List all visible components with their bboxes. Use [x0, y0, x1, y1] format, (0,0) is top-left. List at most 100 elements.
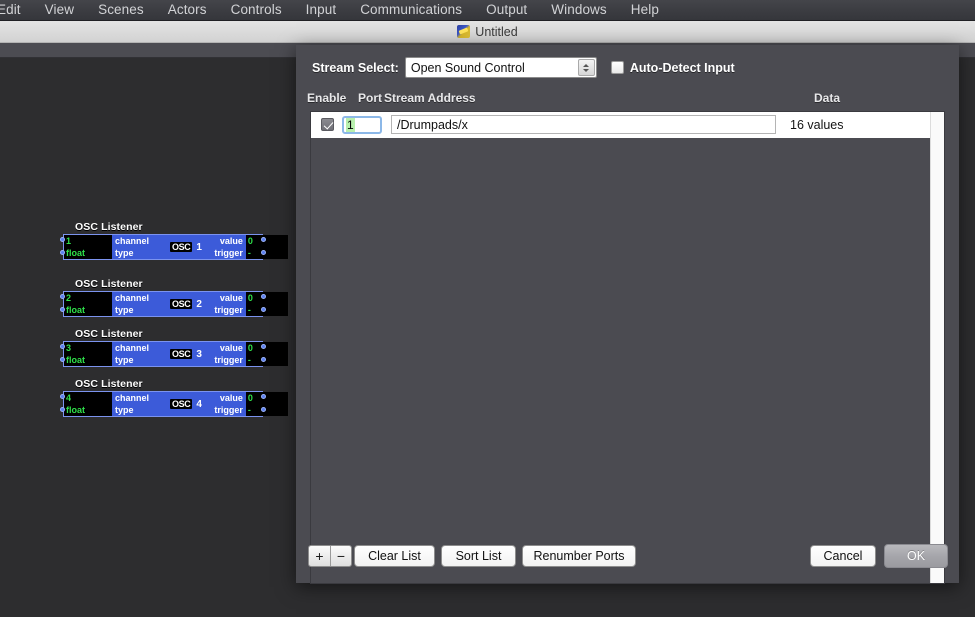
menu-item-actors[interactable]: Actors — [156, 0, 219, 20]
output-port-dot[interactable] — [261, 250, 266, 255]
menu-item-view[interactable]: View — [33, 0, 86, 20]
menu-item-input[interactable]: Input — [294, 0, 349, 20]
node-output-trigger[interactable]: trigger - — [202, 304, 288, 316]
menu-item-controls[interactable]: Controls — [219, 0, 294, 20]
node-title: OSC Listener — [75, 278, 143, 290]
value-value: 0 — [245, 292, 288, 304]
menu-item-scenes[interactable]: Scenes — [86, 0, 156, 20]
output-port-dot[interactable] — [261, 394, 266, 399]
node-inputs: 3 channel float type — [64, 342, 170, 366]
remove-row-button[interactable]: − — [330, 546, 351, 566]
renumber-ports-button[interactable]: Renumber Ports — [522, 545, 636, 567]
stream-address-input[interactable]: /Drumpads/x — [391, 115, 776, 134]
output-port-dot[interactable] — [261, 294, 266, 299]
menu-bar: Edit View Scenes Actors Controls Input C… — [0, 0, 975, 21]
node-input-channel[interactable]: 4 channel — [64, 392, 170, 404]
value-label: value — [219, 293, 243, 303]
auto-detect-checkbox[interactable] — [610, 61, 624, 74]
ok-button[interactable]: OK — [884, 544, 948, 568]
node-outputs: value 0 trigger - — [202, 235, 288, 259]
node-body[interactable]: 1 channel float type OSC 1 value 0 trigg… — [60, 234, 288, 260]
channel-value: 2 — [64, 292, 112, 304]
output-port-dot[interactable] — [261, 307, 266, 312]
node-body[interactable]: 2 channel float type OSC 2 value 0 trigg… — [60, 291, 288, 317]
cancel-button[interactable]: Cancel — [810, 545, 876, 567]
input-port-dot[interactable] — [60, 394, 65, 399]
row-enable-checkbox[interactable] — [321, 118, 334, 131]
menu-item-help[interactable]: Help — [619, 0, 671, 20]
input-port-dot[interactable] — [60, 407, 65, 412]
port-input[interactable]: 1 — [342, 115, 382, 134]
node-center-badge: OSC 2 — [170, 292, 202, 316]
type-value: float — [64, 247, 112, 259]
menu-item-communications[interactable]: Communications — [348, 0, 474, 20]
node-body[interactable]: 4 channel float type OSC 4 value 0 trigg… — [60, 391, 288, 417]
channel-label: channel — [115, 236, 150, 246]
node-input-type[interactable]: float type — [64, 304, 170, 316]
output-port-dot[interactable] — [261, 344, 266, 349]
menu-item-output[interactable]: Output — [474, 0, 539, 20]
node-inputs: 1 channel float type — [64, 235, 170, 259]
sort-list-button[interactable]: Sort List — [441, 545, 516, 567]
add-remove-group: + − — [308, 545, 352, 567]
document-title-bar[interactable]: Untitled — [0, 21, 975, 43]
menu-item-edit[interactable]: Edit — [0, 0, 33, 20]
input-port-dot[interactable] — [60, 250, 65, 255]
value-value: 0 — [245, 392, 288, 404]
node-output-trigger[interactable]: trigger - — [202, 404, 288, 416]
node-input-channel[interactable]: 2 channel — [64, 292, 170, 304]
clear-list-button[interactable]: Clear List — [354, 545, 435, 567]
type-label: type — [115, 305, 134, 315]
node-input-channel[interactable]: 1 channel — [64, 235, 170, 247]
stream-select-dropdown[interactable]: Open Sound Control — [404, 57, 597, 78]
node-center-badge: OSC 3 — [170, 342, 202, 366]
app-window: Edit View Scenes Actors Controls Input C… — [0, 0, 975, 617]
list-scrollbar[interactable] — [930, 112, 944, 583]
input-port-dot[interactable] — [60, 344, 65, 349]
add-row-button[interactable]: + — [309, 546, 330, 566]
value-label: value — [219, 393, 243, 403]
node-outputs: value 0 trigger - — [202, 342, 288, 366]
osc-listener-node-2[interactable]: OSC Listener 2 channel float type OSC 2 … — [60, 278, 288, 317]
input-port-dot[interactable] — [60, 357, 65, 362]
osc-listener-node-4[interactable]: OSC Listener 4 channel float type OSC 4 … — [60, 378, 288, 417]
node-body[interactable]: 3 channel float type OSC 3 value 0 trigg… — [60, 341, 288, 367]
osc-listener-node-3[interactable]: OSC Listener 3 channel float type OSC 3 … — [60, 328, 288, 367]
type-label: type — [115, 248, 134, 258]
channel-label: channel — [115, 343, 150, 353]
node-output-trigger[interactable]: trigger - — [202, 247, 288, 259]
stream-address-value: /Drumpads/x — [397, 117, 468, 132]
trigger-value: - — [245, 304, 288, 316]
column-header-data: Data — [814, 91, 841, 105]
input-port-dot[interactable] — [60, 237, 65, 242]
trigger-label: trigger — [214, 355, 243, 365]
input-port-dot[interactable] — [60, 307, 65, 312]
node-output-value[interactable]: value 0 — [202, 342, 288, 354]
input-port-dot[interactable] — [60, 294, 65, 299]
column-header-address: Stream Address — [384, 91, 476, 105]
output-port-dot[interactable] — [261, 237, 266, 242]
title-bar-content: Untitled — [457, 25, 518, 39]
node-input-type[interactable]: float type — [64, 354, 170, 366]
node-input-type[interactable]: float type — [64, 404, 170, 416]
stream-select-value: Open Sound Control — [410, 60, 525, 75]
node-outputs: value 0 trigger - — [202, 392, 288, 416]
output-port-dot[interactable] — [261, 407, 266, 412]
node-input-type[interactable]: float type — [64, 247, 170, 259]
menu-item-windows[interactable]: Windows — [539, 0, 618, 20]
node-output-value[interactable]: value 0 — [202, 392, 288, 404]
output-port-dot[interactable] — [261, 357, 266, 362]
node-output-value[interactable]: value 0 — [202, 292, 288, 304]
node-input-channel[interactable]: 3 channel — [64, 342, 170, 354]
osc-listener-node-1[interactable]: OSC Listener 1 channel float type OSC 1 … — [60, 221, 288, 260]
type-label: type — [115, 405, 134, 415]
stream-list[interactable]: 1 /Drumpads/x 16 values — [310, 111, 945, 584]
node-inputs: 2 channel float type — [64, 292, 170, 316]
table-row[interactable]: 1 /Drumpads/x 16 values — [311, 112, 944, 138]
node-title: OSC Listener — [75, 221, 143, 233]
dialog-button-bar: + − Clear List Sort List Renumber Ports … — [296, 537, 959, 583]
node-output-trigger[interactable]: trigger - — [202, 354, 288, 366]
chevron-updown-icon[interactable] — [577, 59, 595, 76]
node-output-value[interactable]: value 0 — [202, 235, 288, 247]
auto-detect-input-row[interactable]: Auto-Detect Input — [610, 61, 735, 75]
